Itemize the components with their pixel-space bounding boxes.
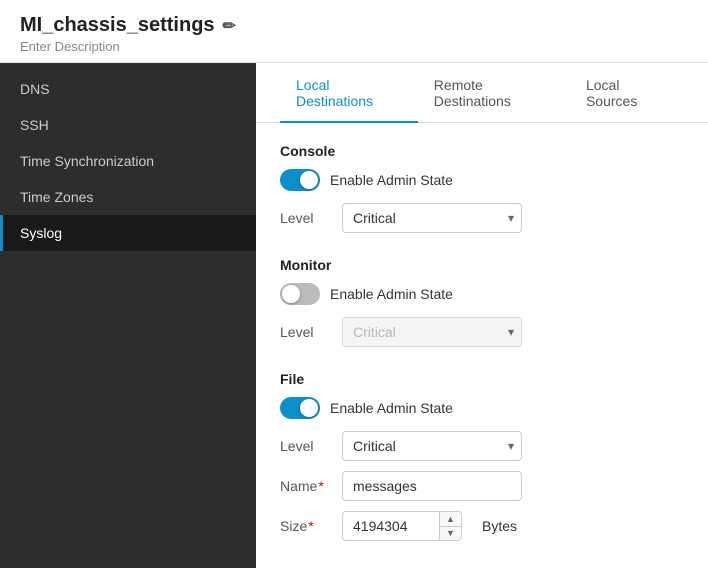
- console-level-select-wrap: Critical Error Warning Notice Info Debug…: [342, 203, 522, 233]
- console-toggle-label: Enable Admin State: [330, 172, 453, 188]
- file-size-increment-button[interactable]: ▲: [440, 512, 461, 527]
- tab-bar: Local Destinations Remote Destinations L…: [256, 63, 708, 123]
- file-name-input[interactable]: [342, 471, 522, 501]
- sidebar: DNS SSH Time Synchronization Time Zones …: [0, 63, 256, 568]
- monitor-level-label: Level: [280, 324, 330, 340]
- monitor-toggle-knob: [282, 285, 300, 303]
- monitor-toggle[interactable]: [280, 283, 320, 305]
- tab-local-sources[interactable]: Local Sources: [570, 63, 684, 123]
- main-layout: DNS SSH Time Synchronization Time Zones …: [0, 63, 708, 568]
- console-section: Console Enable Admin State Level Critica…: [280, 143, 684, 233]
- monitor-level-row: Level Critical Error Warning Notice Info…: [280, 317, 684, 347]
- file-size-row: Size ▲ ▼ Bytes: [280, 511, 684, 541]
- console-level-select[interactable]: Critical Error Warning Notice Info Debug: [342, 203, 522, 233]
- monitor-level-select[interactable]: Critical Error Warning Notice Info Debug: [342, 317, 522, 347]
- file-toggle-row: Enable Admin State: [280, 397, 684, 419]
- tab-local-destinations[interactable]: Local Destinations: [280, 63, 418, 123]
- console-toggle[interactable]: [280, 169, 320, 191]
- file-level-row: Level Critical Error Warning Notice Info…: [280, 431, 684, 461]
- console-level-label: Level: [280, 210, 330, 226]
- file-size-input-wrap: ▲ ▼: [342, 511, 462, 541]
- monitor-toggle-label: Enable Admin State: [330, 286, 453, 302]
- file-section: File Enable Admin State Level Critical E…: [280, 371, 684, 541]
- console-toggle-row: Enable Admin State: [280, 169, 684, 191]
- console-level-row: Level Critical Error Warning Notice Info…: [280, 203, 684, 233]
- monitor-toggle-row: Enable Admin State: [280, 283, 684, 305]
- main-content: Local Destinations Remote Destinations L…: [256, 63, 708, 568]
- file-size-label: Size: [280, 518, 330, 534]
- tab-remote-destinations[interactable]: Remote Destinations: [418, 63, 570, 123]
- sidebar-item-time-zones[interactable]: Time Zones: [0, 179, 256, 215]
- sidebar-item-syslog[interactable]: Syslog: [0, 215, 256, 251]
- file-level-select[interactable]: Critical Error Warning Notice Info Debug: [342, 431, 522, 461]
- page-description[interactable]: Enter Description: [20, 39, 688, 54]
- file-size-decrement-button[interactable]: ▼: [440, 527, 461, 541]
- tab-content: Console Enable Admin State Level Critica…: [256, 123, 708, 568]
- file-name-label: Name: [280, 478, 330, 494]
- monitor-section-title: Monitor: [280, 257, 684, 273]
- file-toggle[interactable]: [280, 397, 320, 419]
- file-size-spinners: ▲ ▼: [439, 512, 461, 540]
- page-header: MI_chassis_settings ✏ Enter Description: [0, 0, 708, 63]
- console-section-title: Console: [280, 143, 684, 159]
- file-level-select-wrap: Critical Error Warning Notice Info Debug…: [342, 431, 522, 461]
- file-level-label: Level: [280, 438, 330, 454]
- sidebar-item-time-sync[interactable]: Time Synchronization: [0, 143, 256, 179]
- sidebar-item-dns[interactable]: DNS: [0, 71, 256, 107]
- file-bytes-label: Bytes: [482, 518, 517, 534]
- page-title: MI_chassis_settings: [20, 14, 215, 37]
- monitor-level-select-wrap: Critical Error Warning Notice Info Debug…: [342, 317, 522, 347]
- file-toggle-label: Enable Admin State: [330, 400, 453, 416]
- file-toggle-knob: [300, 399, 318, 417]
- sidebar-item-ssh[interactable]: SSH: [0, 107, 256, 143]
- file-name-row: Name: [280, 471, 684, 501]
- file-section-title: File: [280, 371, 684, 387]
- edit-title-icon[interactable]: ✏: [223, 16, 236, 36]
- monitor-section: Monitor Enable Admin State Level Critica…: [280, 257, 684, 347]
- page-title-row: MI_chassis_settings ✏: [20, 14, 688, 37]
- console-toggle-knob: [300, 171, 318, 189]
